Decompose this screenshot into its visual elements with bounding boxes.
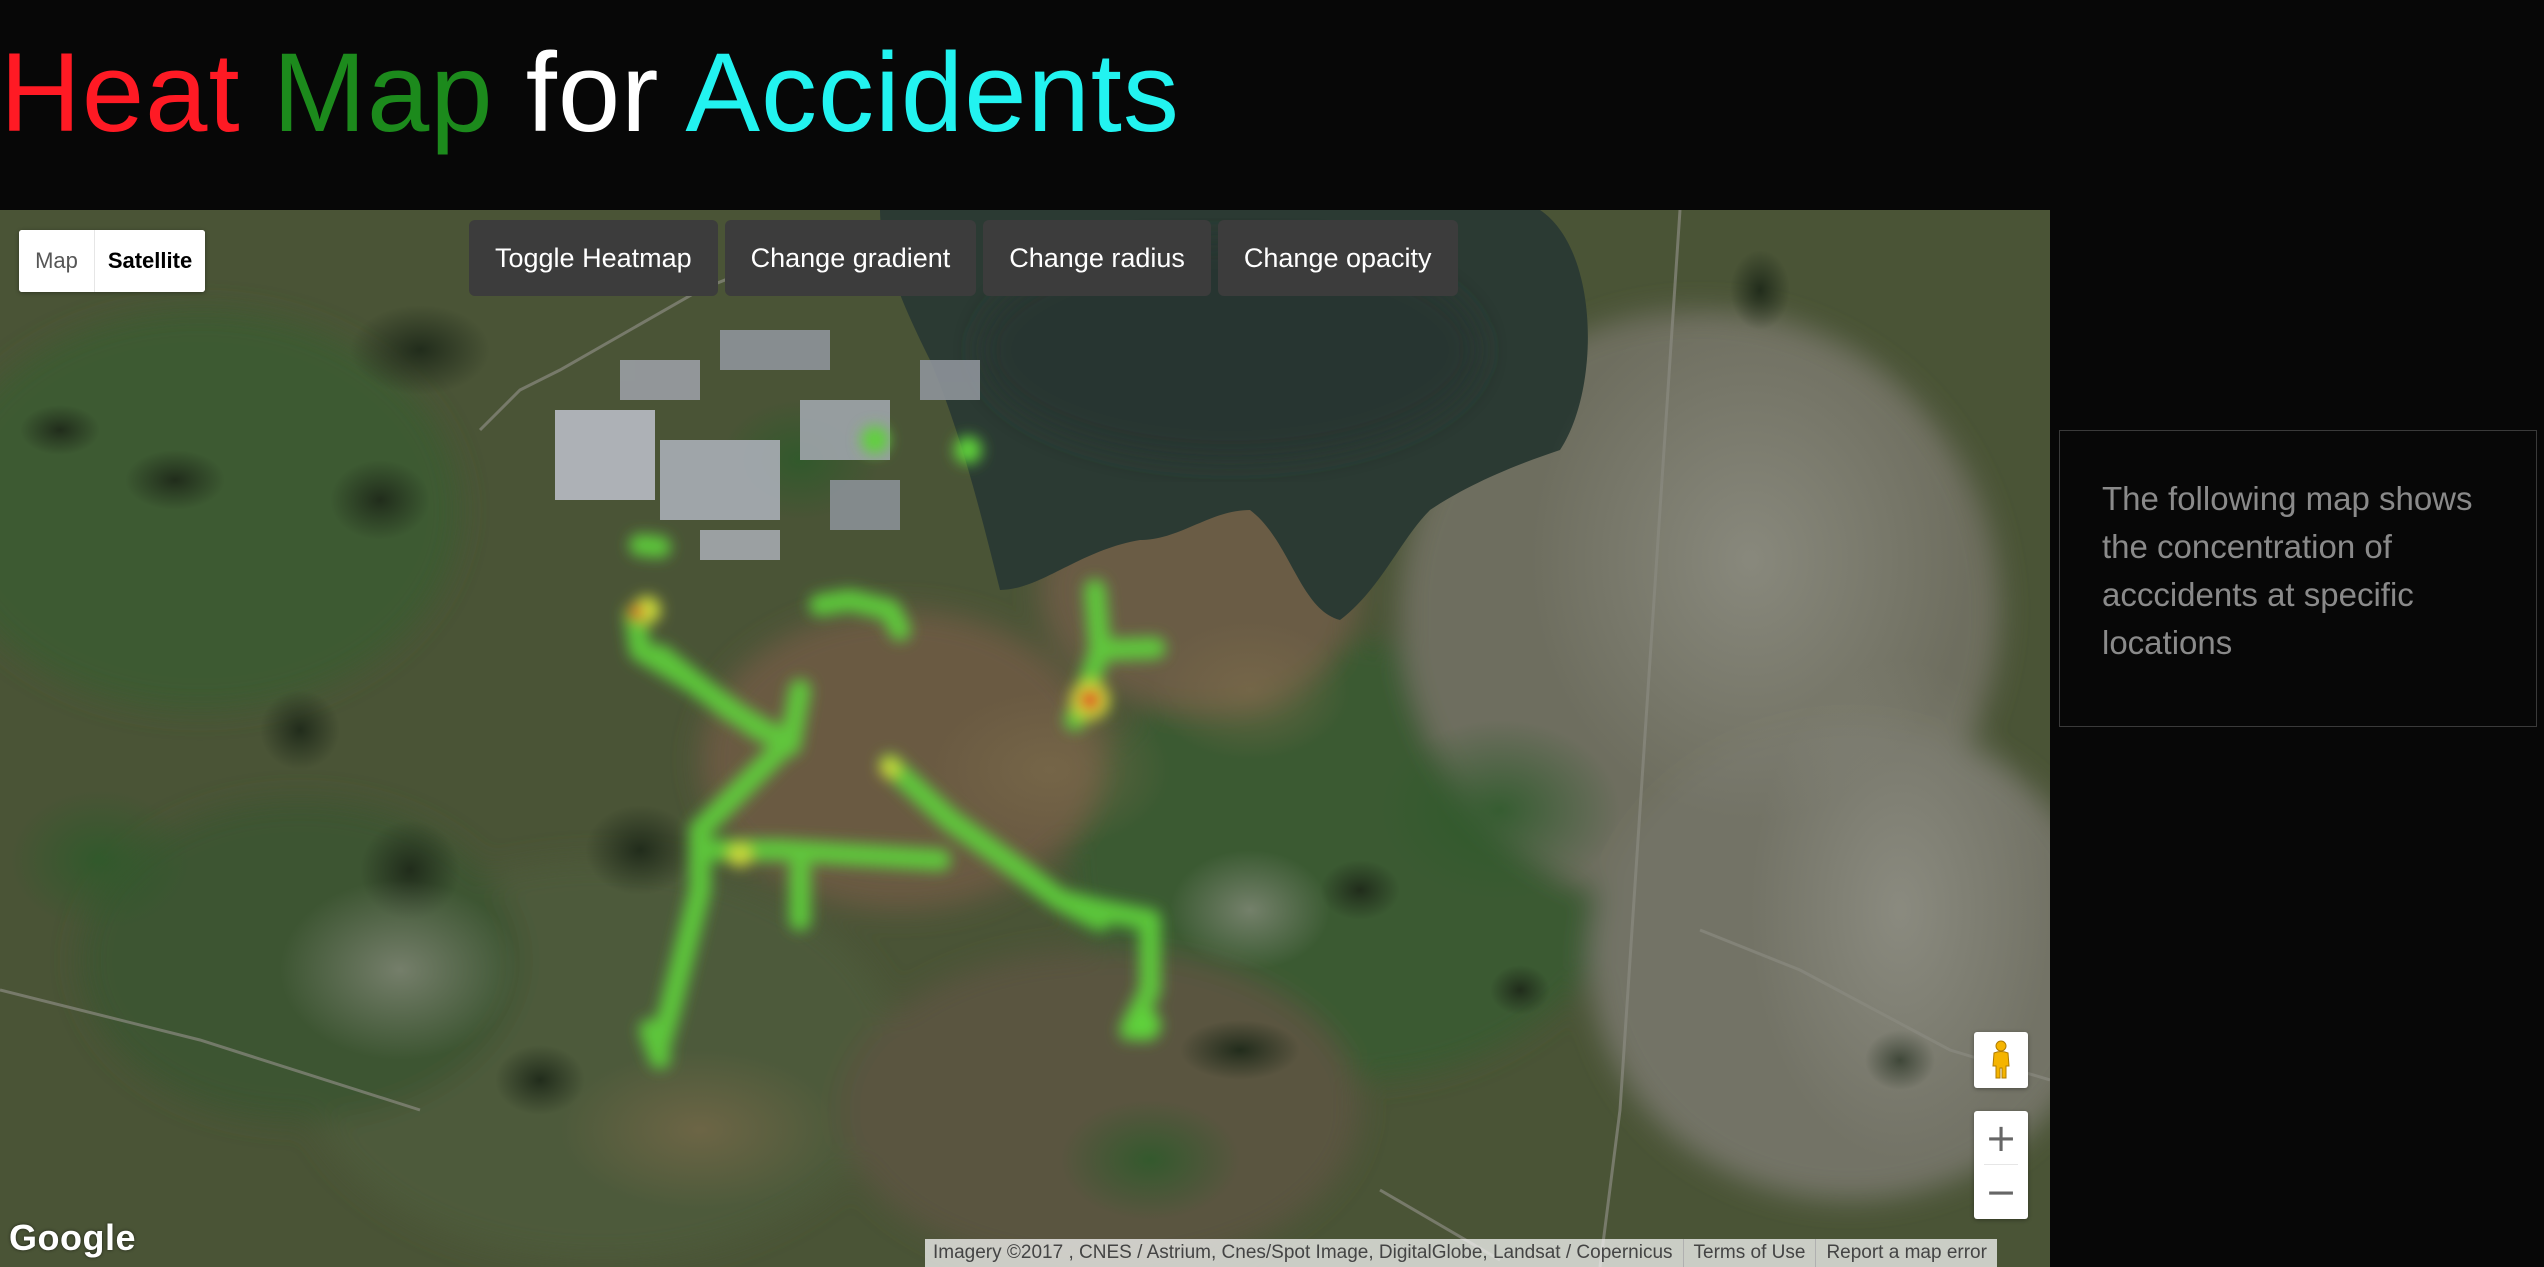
street-view-pegman-control[interactable] [1974,1032,2028,1088]
heatmap-controls-panel: Toggle Heatmap Change gradient Change ra… [469,220,1458,296]
imagery-attribution: Imagery ©2017 , CNES / Astrium, Cnes/Spo… [933,1242,1673,1263]
title-word-heat: Heat [0,30,241,155]
toggle-heatmap-button[interactable]: Toggle Heatmap [469,220,718,296]
report-map-error-link[interactable]: Report a map error [1815,1239,1997,1267]
zoom-in-button[interactable]: + [1974,1111,2028,1165]
title-word-map: Map [272,30,494,155]
satellite-imagery[interactable] [0,210,2050,1267]
info-text: The following map shows the concentratio… [2102,480,2473,661]
change-radius-button[interactable]: Change radius [983,220,1211,296]
change-opacity-button[interactable]: Change opacity [1217,220,1458,296]
map-type-control: Map Satellite [19,230,205,292]
map-attribution: Imagery ©2017 , CNES / Astrium, Cnes/Spo… [925,1239,1997,1267]
change-gradient-button[interactable]: Change gradient [724,220,977,296]
info-panel: The following map shows the concentratio… [2059,430,2537,727]
zoom-out-button[interactable]: − [1974,1165,2028,1219]
google-logo[interactable]: Google [9,1217,136,1259]
map-type-satellite-button[interactable]: Satellite [95,230,205,292]
title-word-for: for [525,30,660,155]
zoom-control: + − [1974,1111,2028,1219]
terms-of-use-link[interactable]: Terms of Use [1682,1239,1816,1267]
pegman-icon [1992,1040,2010,1079]
map-view[interactable]: Map Satellite Toggle Heatmap Change grad… [0,210,2050,1267]
map-type-map-button[interactable]: Map [19,230,95,292]
title-word-accidents: Accidents [685,30,1180,155]
page-title: Heat Map for Accidents [0,28,1180,158]
